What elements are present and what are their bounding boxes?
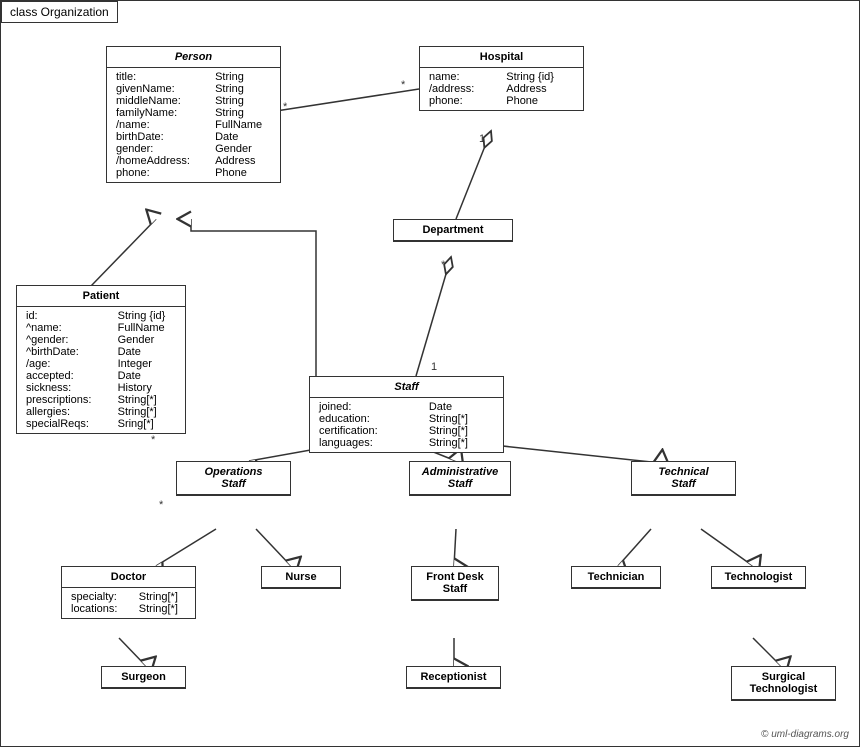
doctor-header: Doctor [62, 567, 195, 588]
operations-staff-class: OperationsStaff [176, 461, 291, 496]
patient-body: id:String {id} ^name:FullName ^gender:Ge… [17, 307, 185, 433]
mult-dept-staff: 1 [431, 361, 437, 373]
nurse-header: Nurse [262, 567, 340, 588]
technician-class: Technician [571, 566, 661, 589]
patient-header: Patient [17, 286, 185, 307]
staff-class: Staff joined:Date education:String[*] ce… [309, 376, 504, 453]
surgeon-header: Surgeon [102, 667, 185, 688]
mult-patient-star: * [151, 434, 155, 446]
technical-staff-class: TechnicalStaff [631, 461, 736, 496]
person-body: title:String givenName:String middleName… [107, 68, 280, 182]
staff-body: joined:Date education:String[*] certific… [310, 398, 503, 452]
surgeon-class: Surgeon [101, 666, 186, 689]
mult-ops-star: * [159, 499, 163, 511]
operations-staff-header: OperationsStaff [177, 462, 290, 495]
mult-hospital-left: * [401, 79, 405, 91]
diagram-container: class Organization [0, 0, 860, 747]
doctor-body: specialty:String[*] locations:String[*] [62, 588, 195, 618]
receptionist-class: Receptionist [406, 666, 501, 689]
hospital-header: Hospital [420, 47, 583, 68]
technologist-class: Technologist [711, 566, 806, 589]
technical-staff-header: TechnicalStaff [632, 462, 735, 495]
mult-person-hospital: * [283, 101, 287, 113]
department-header: Department [394, 220, 512, 241]
surgical-technologist-class: SurgicalTechnologist [731, 666, 836, 701]
administrative-staff-header: AdministrativeStaff [410, 462, 510, 495]
patient-class: Patient id:String {id} ^name:FullName ^g… [16, 285, 186, 434]
front-desk-staff-class: Front DeskStaff [411, 566, 499, 601]
department-class: Department [393, 219, 513, 242]
hospital-body: name:String {id} /address:Address phone:… [420, 68, 583, 110]
mult-hospital-dept: 1 [479, 133, 485, 145]
hospital-class: Hospital name:String {id} /address:Addre… [419, 46, 584, 111]
technologist-header: Technologist [712, 567, 805, 588]
copyright: © uml-diagrams.org [761, 729, 849, 740]
receptionist-header: Receptionist [407, 667, 500, 688]
administrative-staff-class: AdministrativeStaff [409, 461, 511, 496]
nurse-class: Nurse [261, 566, 341, 589]
staff-header: Staff [310, 377, 503, 398]
diagram-title: class Organization [1, 1, 118, 23]
technician-header: Technician [572, 567, 660, 588]
surgical-technologist-header: SurgicalTechnologist [732, 667, 835, 700]
front-desk-staff-header: Front DeskStaff [412, 567, 498, 600]
doctor-class: Doctor specialty:String[*] locations:Str… [61, 566, 196, 619]
person-header: Person [107, 47, 280, 68]
mult-dept-star: * [441, 259, 445, 271]
person-class: Person title:String givenName:String mid… [106, 46, 281, 183]
